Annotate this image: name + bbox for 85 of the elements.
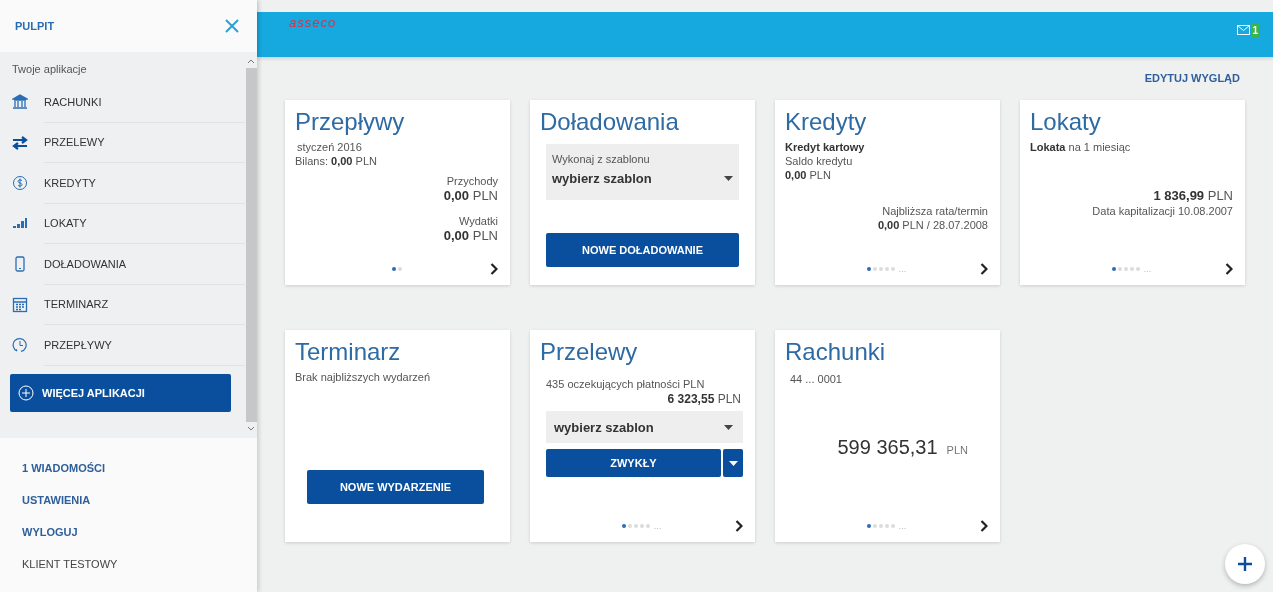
page-dot[interactable] <box>1111 267 1116 271</box>
more-pages-text: … <box>898 521 907 531</box>
scroll-down-icon[interactable] <box>247 426 255 432</box>
mail-count-badge: 1 <box>1251 23 1259 37</box>
template-dropdown[interactable]: wybierz szablon <box>552 171 733 186</box>
more-pages-text: … <box>898 264 907 274</box>
calendar-icon <box>12 296 28 313</box>
menu-item[interactable]: TERMINARZ <box>44 284 245 326</box>
card-title: Terminarz <box>295 338 402 366</box>
page-dot[interactable] <box>391 267 396 271</box>
new-event-button[interactable]: NOWE WYDARZENIE <box>307 470 484 504</box>
pending-amount: 6 323,55 PLN <box>666 391 741 407</box>
menu-item[interactable]: PRZEPŁYWY <box>44 324 245 366</box>
page-dot[interactable] <box>866 524 871 528</box>
currency-label: PLN <box>946 444 968 456</box>
template-label: Wykonaj z szablonu <box>552 152 651 166</box>
sidebar-link[interactable]: 1 WIADOMOŚCI <box>22 462 257 474</box>
more-pages-text: … <box>1143 264 1152 274</box>
page-dot[interactable] <box>621 524 626 528</box>
page-dot[interactable] <box>1117 267 1122 271</box>
caret-icon <box>728 460 738 466</box>
card-title: Lokaty <box>1030 108 1102 136</box>
plus-circle-icon <box>18 384 34 401</box>
credit-balance: 0,00 PLN <box>785 168 832 182</box>
sidebar-link[interactable]: WYLOGUJ <box>22 526 257 538</box>
bank-icon <box>12 94 28 111</box>
page-dot[interactable] <box>866 267 871 271</box>
next-installment-label: Najbliższa rata/termin <box>882 204 988 218</box>
no-events-text: Brak najbliższych wydarzeń <box>295 370 432 384</box>
menu-item[interactable]: KREDYTY <box>44 162 245 204</box>
plus-icon <box>1238 557 1252 571</box>
expense-amount: 0,00 PLN <box>443 228 498 244</box>
card-title: Przelewy <box>540 338 639 366</box>
card-title: Kredyty <box>785 108 868 136</box>
phone-icon <box>12 256 28 273</box>
edit-layout-link[interactable]: EDYTUJ WYGLĄD <box>1144 72 1240 100</box>
clock-icon <box>12 337 28 354</box>
dropdown-toggle-button[interactable] <box>723 449 743 477</box>
card-title: Przepływy <box>295 108 406 136</box>
template-dropdown[interactable]: wybierz szablon <box>546 411 743 443</box>
account-balance: 599 365,31 <box>837 436 938 459</box>
income-label: Przychody <box>445 174 498 188</box>
period-text: styczeń 2016 <box>296 140 363 154</box>
chevron-right-icon[interactable] <box>490 263 498 275</box>
expense-label: Wydatki <box>458 214 498 228</box>
section-label: Twoje aplikacje <box>11 63 88 75</box>
more-apps-button[interactable]: WIĘCEJ APLIKACJI <box>10 373 231 412</box>
menu-item[interactable]: PRZELEWY <box>44 122 245 164</box>
balance-text: Bilans: 0,00 PLN <box>295 154 378 168</box>
sidebar-link[interactable]: USTAWIENIA <box>22 494 257 506</box>
page-dot[interactable] <box>872 524 877 528</box>
page-dot[interactable] <box>627 524 632 528</box>
add-button[interactable] <box>1225 544 1265 584</box>
more-pages-text: … <box>653 521 662 531</box>
close-icon[interactable] <box>225 19 239 33</box>
new-top-up-button[interactable]: NOWE DOŁADOWANIE <box>546 233 739 267</box>
deposit-name: Lokata na 1 miesiąc <box>1030 140 1132 154</box>
card-title: Doładowania <box>540 108 680 136</box>
scroll-up-icon[interactable] <box>247 58 255 64</box>
mail-icon[interactable] <box>1237 25 1251 35</box>
chevron-right-icon[interactable] <box>735 520 743 532</box>
transfer-type-button[interactable]: ZWYKŁY <box>546 449 721 477</box>
menu-item[interactable]: DOŁADOWANIA <box>44 243 245 285</box>
chevron-right-icon[interactable] <box>980 263 988 275</box>
card-title: Rachunki <box>785 338 887 366</box>
page-dot[interactable] <box>397 267 402 271</box>
pending-payments-text: 435 oczekujących płatności PLN <box>546 377 706 391</box>
credit-balance-label: Saldo kredytu <box>785 154 854 168</box>
arrows-icon <box>12 134 28 151</box>
chevron-right-icon[interactable] <box>1225 263 1233 275</box>
user-name: KLIENT TESTOWY <box>22 558 119 570</box>
chevron-right-icon[interactable] <box>980 520 988 532</box>
dollar-icon <box>12 175 28 192</box>
capitalization-date: Data kapitalizacji 10.08.2007 <box>1092 204 1233 218</box>
caret-icon <box>724 424 733 430</box>
credit-name: Kredyt kartowy <box>785 140 866 154</box>
sidebar-title: PULPIT <box>15 20 55 32</box>
caret-icon <box>724 176 733 181</box>
next-installment-value: 0,00 PLN / 28.07.2008 <box>877 218 988 232</box>
menu-item[interactable]: RACHUNKI <box>44 81 245 123</box>
menu-item[interactable]: LOKATY <box>44 203 245 245</box>
account-number: 44 ... 0001 <box>789 372 843 386</box>
income-amount: 0,00 PLN <box>443 188 498 204</box>
page-dot[interactable] <box>872 267 877 271</box>
deposit-amount: 1 836,99 PLN <box>1153 188 1233 204</box>
